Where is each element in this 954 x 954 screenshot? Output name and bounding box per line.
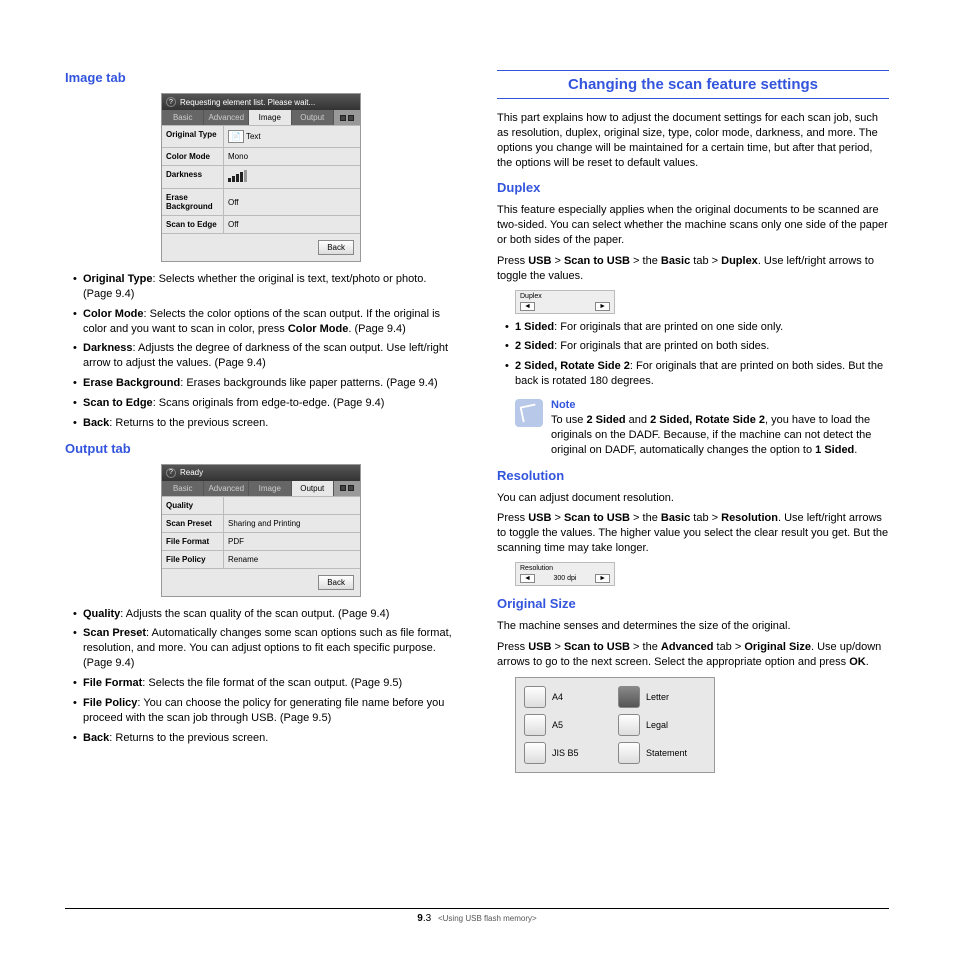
tab-advanced[interactable]: Advanced [204, 110, 249, 125]
tab-advanced[interactable]: Advanced [204, 481, 249, 496]
page-icon: 📄 [228, 130, 244, 143]
size-option[interactable]: A4 [524, 686, 612, 708]
original-size-heading: Original Size [497, 596, 889, 611]
arrow-left-icon: ◄ [520, 574, 535, 583]
tab-basic[interactable]: Basic [162, 110, 204, 125]
main-heading: Changing the scan feature settings [497, 70, 889, 99]
back-button[interactable]: Back [318, 240, 354, 255]
note-block: Note To use 2 Sided and 2 Sided, Rotate … [515, 399, 889, 458]
note-icon [515, 399, 543, 427]
image-tab-heading: Image tab [65, 70, 457, 85]
size-option[interactable]: JIS B5 [524, 742, 612, 764]
left-column: Image tab ?Requesting element list. Plea… [65, 60, 457, 773]
back-button[interactable]: Back [318, 575, 354, 590]
duplex-control[interactable]: Duplex ◄► [515, 290, 615, 314]
size-panel: A4 Letter A5 Legal JIS B5 Statement [515, 677, 715, 773]
tab-image[interactable]: Image [249, 110, 291, 125]
resolution-heading: Resolution [497, 468, 889, 483]
size-option[interactable]: Statement [618, 742, 706, 764]
output-tab-bullets: Quality: Adjusts the scan quality of the… [65, 607, 457, 746]
tab-output[interactable]: Output [292, 481, 334, 496]
size-option[interactable]: Letter [618, 686, 706, 708]
output-tab-mock: ?Ready Basic Advanced Image Output Quali… [161, 464, 361, 597]
help-icon: ? [166, 468, 176, 478]
help-icon: ? [166, 97, 176, 107]
arrow-left-icon: ◄ [520, 302, 535, 311]
arrow-right-icon: ► [595, 574, 610, 583]
resolution-path: Press USB > Scan to USB > the Basic tab … [497, 511, 889, 556]
intro-text: This part explains how to adjust the doc… [497, 111, 889, 170]
darkness-bars-icon [228, 170, 248, 184]
view-toggle[interactable] [334, 110, 360, 125]
page-footer: 9.3 <Using USB flash memory> [65, 908, 889, 924]
right-column: Changing the scan feature settings This … [497, 60, 889, 773]
arrow-right-icon: ► [595, 302, 610, 311]
size-option[interactable]: A5 [524, 714, 612, 736]
resolution-control[interactable]: Resolution ◄300 dpi► [515, 562, 615, 586]
original-size-path: Press USB > Scan to USB > the Advanced t… [497, 640, 889, 670]
image-tab-mock: ?Requesting element list. Please wait...… [161, 93, 361, 262]
duplex-path: Press USB > Scan to USB > the Basic tab … [497, 254, 889, 284]
tab-image[interactable]: Image [249, 481, 291, 496]
output-tab-heading: Output tab [65, 441, 457, 456]
size-option[interactable]: Legal [618, 714, 706, 736]
duplex-heading: Duplex [497, 180, 889, 195]
tab-basic[interactable]: Basic [162, 481, 204, 496]
duplex-bullets: 1 Sided: For originals that are printed … [497, 320, 889, 389]
view-toggle[interactable] [334, 481, 360, 496]
tab-output[interactable]: Output [292, 110, 334, 125]
image-tab-bullets: Original Type: Selects whether the origi… [65, 272, 457, 431]
